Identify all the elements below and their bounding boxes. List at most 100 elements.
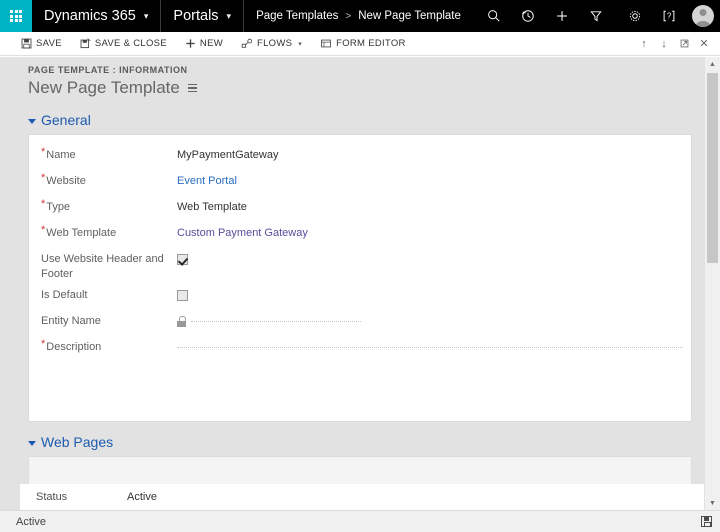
form-vertical-scrollbar[interactable]: ▲ ▼ bbox=[704, 57, 720, 510]
new-label: NEW bbox=[199, 38, 223, 49]
form-header: PAGE TEMPLATE : INFORMATION New Page Tem… bbox=[0, 57, 720, 104]
field-label-description: * Description bbox=[29, 338, 177, 355]
form-scroll-area: General * Name MyPaymentGateway * Websit… bbox=[0, 104, 720, 532]
label-text: Type bbox=[46, 201, 71, 213]
user-avatar-image bbox=[692, 5, 714, 27]
field-row-entity-name: Entity Name bbox=[29, 311, 691, 337]
required-marker: * bbox=[41, 224, 46, 236]
app-launcher-button[interactable] bbox=[0, 0, 32, 32]
field-value-type[interactable]: Web Template bbox=[177, 200, 691, 215]
required-marker: * bbox=[41, 198, 46, 210]
label-text: Description bbox=[46, 341, 102, 353]
status-field-value: Active bbox=[127, 491, 157, 503]
required-marker: * bbox=[41, 146, 46, 158]
required-marker: * bbox=[41, 338, 46, 350]
brand-label: Dynamics 365 bbox=[44, 8, 136, 24]
field-value-website: Event Portal bbox=[177, 174, 691, 189]
section-header-general[interactable]: General bbox=[0, 104, 720, 134]
required-marker: * bbox=[41, 172, 46, 184]
form-editor-label: FORM EDITOR bbox=[336, 38, 406, 49]
field-value-entity-name bbox=[177, 314, 691, 329]
flows-label: FLOWS bbox=[256, 38, 293, 49]
breadcrumb-separator-icon: > bbox=[345, 10, 352, 22]
collapse-triangle-icon bbox=[28, 440, 36, 446]
recent-history-icon[interactable] bbox=[511, 0, 545, 32]
chevron-down-icon: ▾ bbox=[226, 10, 232, 21]
scroll-up-arrow-icon[interactable]: ▲ bbox=[705, 57, 720, 71]
is-default-checkbox[interactable] bbox=[177, 289, 188, 301]
gear-icon[interactable] bbox=[618, 0, 652, 32]
scroll-down-arrow-icon[interactable]: ▼ bbox=[705, 496, 720, 510]
field-label-name: * Name bbox=[29, 146, 177, 163]
form-container: PAGE TEMPLATE : INFORMATION New Page Tem… bbox=[0, 57, 720, 532]
avatar[interactable] bbox=[686, 0, 720, 32]
breadcrumb-parent[interactable]: Page Templates bbox=[256, 10, 338, 22]
open-in-new-window-icon[interactable] bbox=[674, 32, 694, 56]
title-menu-icon[interactable] bbox=[187, 83, 197, 93]
status-field-label: Status bbox=[36, 491, 68, 503]
previous-record-icon[interactable]: ↑ bbox=[634, 32, 654, 56]
save-and-close-label: SAVE & CLOSE bbox=[94, 38, 167, 49]
record-nav-icon-group: ↑ ↓ ✕ bbox=[634, 32, 720, 56]
form-title-row: New Page Template bbox=[28, 78, 720, 98]
field-value-use-website-header-footer bbox=[177, 252, 691, 267]
entity-name-input bbox=[191, 320, 361, 322]
status-bar-state: Active bbox=[16, 515, 46, 528]
quick-create-icon[interactable] bbox=[545, 0, 579, 32]
section-title-general: General bbox=[41, 112, 91, 128]
search-icon[interactable] bbox=[477, 0, 511, 32]
new-button[interactable]: NEW bbox=[176, 32, 232, 56]
page-eyebrow: PAGE TEMPLATE : INFORMATION bbox=[28, 65, 188, 75]
save-button[interactable]: SAVE bbox=[12, 32, 71, 56]
close-icon[interactable]: ✕ bbox=[694, 32, 714, 56]
label-text: Web Template bbox=[46, 227, 117, 239]
field-row-name: * Name MyPaymentGateway bbox=[29, 145, 691, 171]
section-header-web-pages[interactable]: Web Pages bbox=[0, 422, 720, 456]
form-editor-button[interactable]: FORM EDITOR bbox=[311, 32, 415, 56]
card-bottom-spacer bbox=[29, 363, 691, 407]
status-field-row: Status Active bbox=[20, 484, 704, 510]
section-title-web-pages: Web Pages bbox=[41, 434, 114, 450]
breadcrumb: Page Templates > New Page Template bbox=[244, 0, 473, 32]
field-value-name[interactable]: MyPaymentGateway bbox=[177, 148, 691, 163]
website-lookup-link[interactable]: Event Portal bbox=[177, 175, 237, 187]
app-portals-selector[interactable]: Portals ▾ bbox=[161, 0, 245, 32]
brand-dynamics365[interactable]: Dynamics 365 ▾ bbox=[32, 0, 162, 32]
subgrid-toolbar bbox=[29, 457, 691, 485]
save-and-close-button[interactable]: SAVE & CLOSE bbox=[71, 32, 176, 56]
breadcrumb-current: New Page Template bbox=[358, 10, 461, 22]
field-row-web-template: * Web Template Custom Payment Gateway bbox=[29, 223, 691, 249]
waffle-icon bbox=[10, 10, 22, 22]
help-icon[interactable]: ? bbox=[652, 0, 686, 32]
chevron-down-icon: ▾ bbox=[143, 10, 149, 21]
web-template-lookup-link[interactable]: Custom Payment Gateway bbox=[177, 227, 308, 239]
field-value-web-template: Custom Payment Gateway bbox=[177, 226, 691, 241]
label-text: Website bbox=[46, 175, 86, 187]
topnav-icon-group: ? bbox=[477, 0, 720, 32]
label-text: Use Website Header and Footer bbox=[41, 253, 164, 280]
general-section-card: * Name MyPaymentGateway * Website Event … bbox=[28, 134, 692, 422]
description-input[interactable] bbox=[177, 346, 683, 348]
field-label-type: * Type bbox=[29, 198, 177, 215]
flows-button[interactable]: FLOWS ▾ bbox=[232, 32, 311, 56]
top-navigation-bar: Dynamics 365 ▾ Portals ▾ Page Templates … bbox=[0, 0, 720, 32]
field-row-type: * Type Web Template bbox=[29, 197, 691, 223]
page-title: New Page Template bbox=[28, 78, 180, 97]
lock-icon bbox=[177, 315, 186, 327]
svg-text:?: ? bbox=[667, 12, 672, 21]
save-label: SAVE bbox=[36, 38, 62, 49]
scrollbar-thumb[interactable] bbox=[707, 73, 718, 263]
next-record-icon[interactable]: ↓ bbox=[654, 32, 674, 56]
command-bar: SAVE SAVE & CLOSE NEW FLOWS ▾ FORM EDITO… bbox=[0, 32, 720, 56]
field-row-use-website-header-footer: Use Website Header and Footer bbox=[29, 249, 691, 285]
status-bar: Active bbox=[0, 510, 720, 532]
filter-icon[interactable] bbox=[579, 0, 613, 32]
field-label-web-template: * Web Template bbox=[29, 224, 177, 241]
field-label-entity-name: Entity Name bbox=[29, 314, 177, 329]
save-disk-icon[interactable] bbox=[701, 516, 712, 527]
field-label-website: * Website bbox=[29, 172, 177, 189]
collapse-triangle-icon bbox=[28, 118, 36, 124]
use-website-header-footer-checkbox[interactable] bbox=[177, 253, 188, 265]
field-row-website: * Website Event Portal bbox=[29, 171, 691, 197]
label-text: Name bbox=[46, 149, 76, 161]
